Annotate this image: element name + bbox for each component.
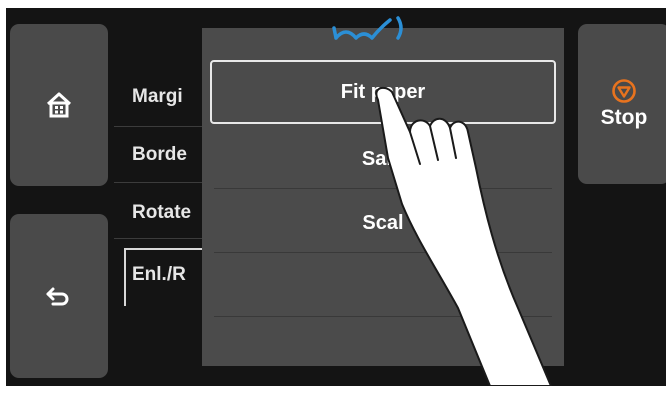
stop-label: Stop [600, 106, 648, 129]
menu-item-label: Borde [132, 144, 187, 165]
menu-item-margins[interactable]: Margi [114, 70, 214, 127]
menu-item-enlarge-reduce[interactable]: Enl./R [124, 248, 214, 306]
home-button[interactable] [10, 24, 108, 186]
stop-button[interactable]: Stop [578, 24, 666, 184]
option-fit-paper[interactable]: Fit paper [210, 60, 556, 124]
menu-item-label: Margi [132, 86, 183, 107]
menu-item-rotate[interactable]: Rotate [114, 182, 214, 239]
option-label: Sam [361, 147, 405, 170]
stop-icon [611, 78, 637, 104]
back-icon [45, 284, 73, 308]
option-label: Fit paper [340, 80, 426, 103]
menu-item-label: Enl./R [132, 264, 186, 285]
home-icon [44, 90, 74, 120]
printer-touch-panel: Margi Borde Rotate Enl./R Fit paper Sam … [6, 8, 666, 386]
option-label: Scal [362, 211, 404, 234]
menu-item-borderless[interactable]: Borde [114, 126, 214, 183]
option-empty[interactable] [214, 258, 552, 317]
enlarge-reduce-popup: Fit paper Sam Scal [202, 28, 564, 366]
option-scaling[interactable]: Scal [214, 194, 552, 253]
option-same-size[interactable]: Sam [214, 130, 552, 189]
menu-item-label: Rotate [132, 202, 192, 223]
back-button[interactable] [10, 214, 108, 378]
